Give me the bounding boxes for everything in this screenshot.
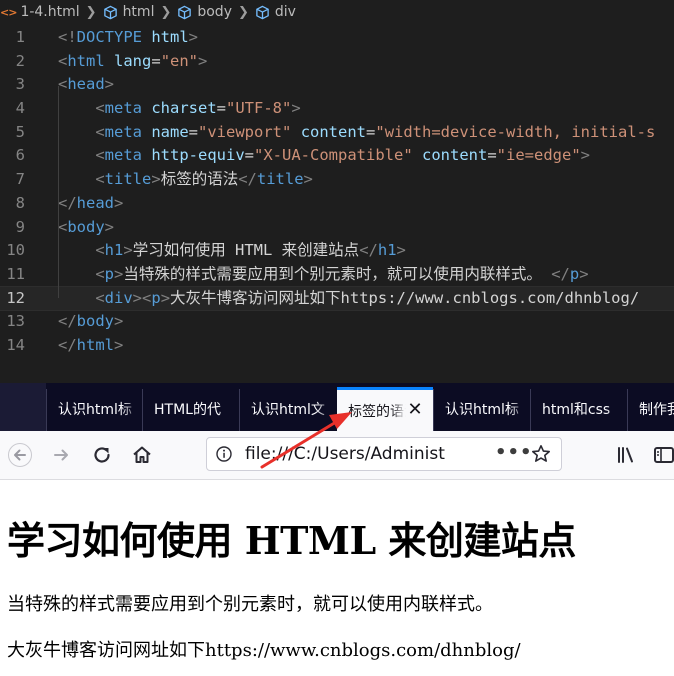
code-line[interactable]: 3 <head>	[0, 73, 674, 97]
code-editor[interactable]: <> 1-4.html ❯ html ❯ body ❯ div 1 <!DOCTY…	[0, 0, 674, 383]
code-text[interactable]: <html lang="en">	[58, 50, 207, 74]
sidebar-icon[interactable]	[652, 443, 674, 467]
code-text[interactable]: <title>标签的语法</title>	[58, 168, 313, 192]
tab-close-icon[interactable]: ✕	[407, 401, 423, 419]
code-line[interactable]: 9 <body>	[0, 216, 674, 240]
tab-label: 认识html标	[445, 402, 519, 418]
code-text[interactable]: </head>	[58, 192, 123, 216]
page-paragraph: 当特殊的样式需要应用到个别元素时，就可以使用内联样式。	[7, 594, 493, 615]
line-number: 1	[15, 28, 25, 46]
code-text[interactable]: <div><p>大灰牛博客访问网址如下https://www.cnblogs.c…	[58, 287, 639, 311]
code-text[interactable]: <meta http-equiv="X-UA-Compatible" conte…	[58, 144, 590, 168]
symbol-cube-icon	[256, 5, 269, 19]
code-line[interactable]: 8 </head>	[0, 192, 674, 216]
code-line[interactable]: 11 <p>当特殊的样式需要应用到个别元素时，就可以使用内联样式。 </p>	[0, 263, 674, 287]
line-number: 2	[15, 51, 25, 70]
url-bar[interactable]: file:///C:/Users/Administrator •••	[206, 437, 562, 471]
back-icon[interactable]	[8, 443, 32, 467]
tab-label: 制作我	[639, 402, 674, 418]
info-icon[interactable]	[216, 446, 232, 462]
tab-label: HTML的代	[154, 402, 221, 418]
code-text[interactable]: <!DOCTYPE html>	[58, 26, 198, 50]
browser-tab[interactable]: 认识html文	[239, 389, 337, 431]
symbol-cube-icon	[178, 5, 192, 19]
browser-tab-strip: 认识html标 HTML的代 认识html文 标签的语法 ✕ 认识html标 h…	[0, 383, 674, 431]
browser-tab[interactable]: 认识html标	[433, 389, 530, 431]
library-icon[interactable]	[614, 443, 638, 467]
page-actions-icon[interactable]: •••	[495, 442, 533, 463]
tab-strip-spacer	[0, 383, 46, 431]
navigation-toolbar: file:///C:/Users/Administrator •••	[0, 431, 674, 480]
chevron-right-icon: ❯	[160, 4, 172, 20]
code-line[interactable]: 13 </body>	[0, 310, 674, 334]
line-number: 8	[15, 193, 25, 212]
code-line[interactable]: 14 </html>	[0, 334, 674, 358]
code-text[interactable]: <h1>学习如何使用 HTML 来创建站点</h1>	[58, 239, 406, 263]
page-paragraph-url: 大灰牛博客访问网址如下https://www.cnblogs.com/dhnbl…	[7, 640, 521, 661]
chevron-right-icon: ❯	[85, 4, 97, 20]
line-number: 12	[6, 288, 25, 307]
code-line[interactable]: 12 <div><p>大灰牛博客访问网址如下https://www.cnblog…	[0, 285, 674, 312]
line-number: 6	[15, 146, 25, 165]
code-line[interactable]: 7 <title>标签的语法</title>	[0, 168, 674, 192]
code-text[interactable]: <head>	[58, 73, 114, 97]
line-number: 9	[15, 217, 25, 236]
breadcrumb: <> 1-4.html ❯ html ❯ body ❯ div	[0, 0, 674, 24]
browser-tab[interactable]: 制作我	[627, 389, 674, 431]
page-heading: 学习如何使用 HTML 来创建站点	[7, 518, 576, 563]
code-line[interactable]: 1 <!DOCTYPE html>	[0, 26, 674, 50]
breadcrumb-item-html[interactable]: html	[123, 4, 155, 20]
bookmark-star-icon[interactable]	[531, 444, 551, 464]
tab-label: 认识html文	[251, 402, 325, 418]
code-line[interactable]: 2 <html lang="en">	[0, 50, 674, 74]
line-number: 7	[15, 170, 25, 189]
code-line[interactable]: 10 <h1>学习如何使用 HTML 来创建站点</h1>	[0, 239, 674, 263]
code-text[interactable]: </body>	[58, 310, 123, 334]
tab-label: 标签的语法	[348, 404, 406, 420]
line-number: 5	[15, 122, 25, 141]
html-file-icon: <>	[0, 5, 17, 19]
line-number: 4	[15, 99, 25, 118]
chevron-right-icon: ❯	[237, 4, 249, 20]
browser-tab[interactable]: html和css	[530, 389, 627, 431]
code-text[interactable]: <body>	[58, 216, 114, 240]
home-icon[interactable]	[130, 443, 154, 467]
breadcrumb-item-div[interactable]: div	[275, 4, 296, 20]
browser-tab[interactable]: 认识html标	[46, 389, 142, 431]
browser-tab[interactable]: HTML的代	[142, 389, 239, 431]
breadcrumb-file[interactable]: 1-4.html	[20, 4, 79, 20]
line-number: 10	[6, 241, 25, 260]
code-text[interactable]: <p>当特殊的样式需要应用到个别元素时，就可以使用内联样式。 </p>	[58, 263, 588, 287]
line-number: 13	[6, 312, 25, 331]
breadcrumb-item-body[interactable]: body	[197, 4, 232, 20]
code-line[interactable]: 4 <meta charset="UTF-8">	[0, 97, 674, 121]
browser-tab-active[interactable]: 标签的语法 ✕	[337, 387, 433, 431]
code-text[interactable]: <meta name="viewport" content="width=dev…	[58, 121, 655, 145]
reload-icon[interactable]	[90, 443, 114, 467]
symbol-cube-icon	[103, 5, 117, 19]
line-number: 14	[6, 335, 25, 354]
tab-label: html和css	[542, 402, 611, 418]
forward-icon[interactable]	[50, 443, 74, 467]
code-line[interactable]: 5 <meta name="viewport" content="width=d…	[0, 121, 674, 145]
code-text[interactable]: <meta charset="UTF-8">	[58, 97, 300, 121]
code-lines[interactable]: 1 <!DOCTYPE html> 2 <html lang="en"> 3 <head>…	[0, 26, 674, 358]
code-text[interactable]: </html>	[58, 334, 123, 358]
line-number: 3	[15, 75, 25, 94]
indent-guide	[58, 86, 59, 298]
line-number: 11	[6, 264, 25, 283]
tab-label: 认识html标	[58, 402, 132, 418]
rendered-page: 学习如何使用 HTML 来创建站点 当特殊的样式需要应用到个别元素时，就可以使用…	[0, 480, 674, 676]
url-text[interactable]: file:///C:/Users/Administrator	[245, 438, 445, 470]
code-line[interactable]: 6 <meta http-equiv="X-UA-Compatible" con…	[0, 144, 674, 168]
